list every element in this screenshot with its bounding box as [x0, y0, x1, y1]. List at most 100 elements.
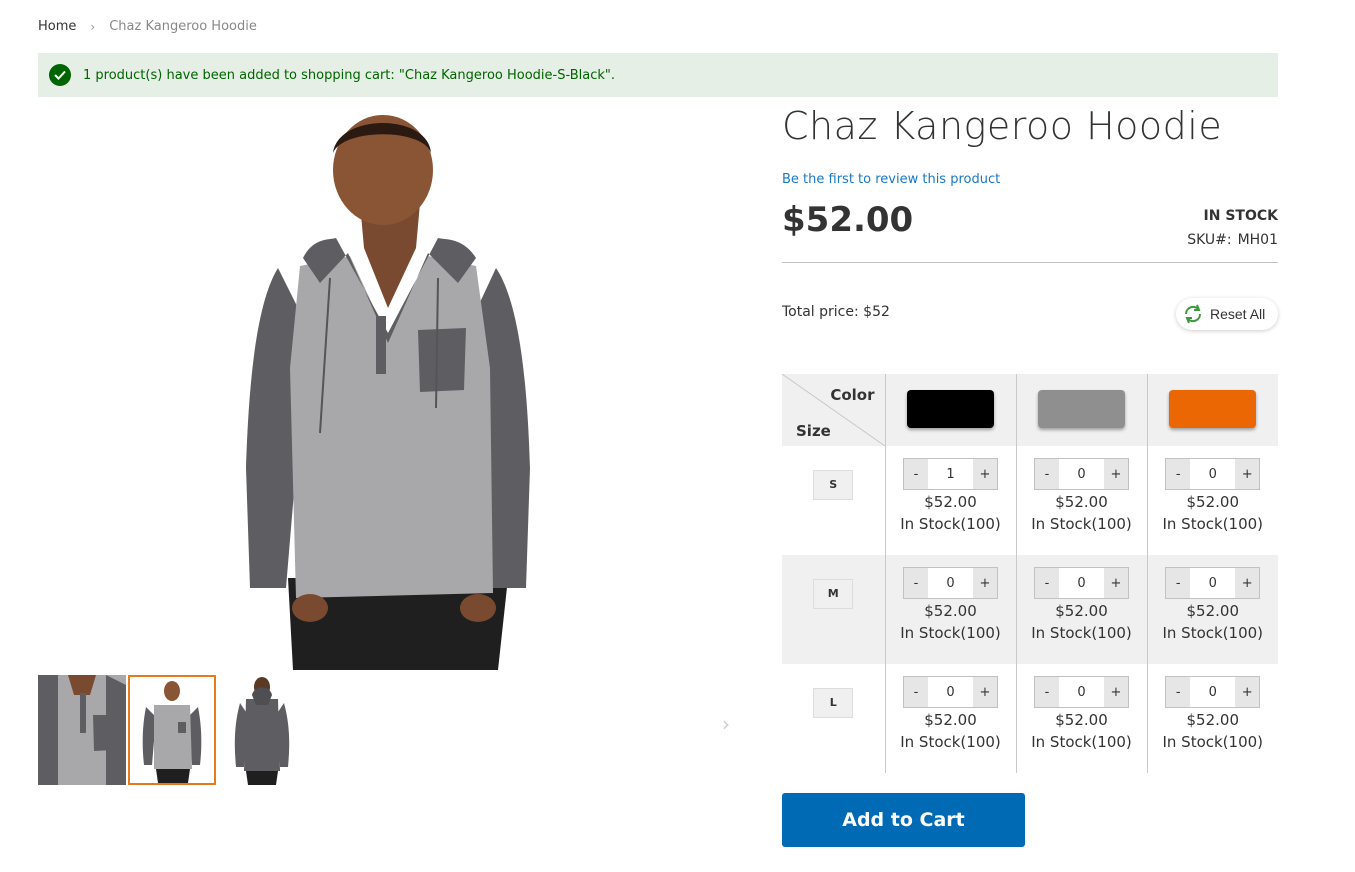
success-message-text: 1 product(s) have been added to shopping…: [83, 67, 615, 83]
quantity-input[interactable]: 0: [928, 568, 973, 598]
cell-stock: In Stock(100): [1162, 624, 1264, 642]
matrix-cell: -0 + $52.00 In Stock(100): [884, 555, 1016, 664]
color-column-orange: [1146, 374, 1278, 446]
thumbnail-2-active[interactable]: [128, 675, 216, 785]
decrease-button[interactable]: -: [1166, 677, 1191, 707]
increase-button[interactable]: +: [1104, 568, 1128, 598]
success-message: 1 product(s) have been added to shopping…: [38, 53, 1278, 97]
decrease-button[interactable]: -: [1035, 677, 1059, 707]
matrix-cell: -0 + $52.00 In Stock(100): [1015, 446, 1147, 555]
quantity-stepper: -0 +: [903, 567, 998, 599]
cell-price: $52.00: [924, 602, 977, 620]
quantity-input[interactable]: 0: [1059, 677, 1104, 707]
quantity-input[interactable]: 0: [1190, 677, 1235, 707]
add-to-cart-button[interactable]: Add to Cart: [782, 793, 1025, 847]
cell-stock: In Stock(100): [900, 733, 1001, 751]
color-column-black: [884, 374, 1016, 446]
divider: [782, 262, 1278, 263]
matrix-cell: -0 + $52.00 In Stock(100): [1146, 664, 1278, 773]
total-price: Total price: $52: [782, 304, 890, 320]
size-button-s[interactable]: S: [813, 470, 854, 500]
matrix-cell: -0 + $52.00 In Stock(100): [1146, 555, 1278, 664]
increase-button[interactable]: +: [1104, 459, 1128, 489]
cell-stock: In Stock(100): [900, 515, 1001, 533]
reset-all-button[interactable]: Reset All: [1176, 298, 1278, 330]
matrix-header-row: Color Size: [782, 374, 1278, 446]
matrix-cell: -0 + $52.00 In Stock(100): [1146, 446, 1278, 555]
quantity-input[interactable]: 0: [1190, 568, 1235, 598]
cell-price: $52.00: [1186, 493, 1240, 511]
quantity-stepper: -0 +: [1165, 458, 1261, 490]
breadcrumb-chevron-icon: ›: [90, 19, 96, 34]
cell-price: $52.00: [1055, 711, 1108, 729]
reset-all-label: Reset All: [1210, 306, 1266, 322]
size-row-m: M -0 + $52.00 In Stock(100) -0 + $52.00 In…: [782, 555, 1278, 664]
breadcrumb-current: Chaz Kangeroo Hoodie: [109, 19, 257, 34]
product-title: Chaz Kangeroo Hoodie: [782, 104, 1223, 148]
cell-stock: In Stock(100): [1162, 515, 1264, 533]
sku-label: SKU#:: [1187, 232, 1232, 248]
quantity-stepper: -0 +: [903, 676, 998, 708]
increase-button[interactable]: +: [1235, 568, 1260, 598]
quantity-stepper: -1 +: [903, 458, 998, 490]
sku-value: MH01: [1237, 232, 1278, 248]
decrease-button[interactable]: -: [1035, 568, 1059, 598]
matrix-corner: Color Size: [782, 374, 885, 446]
size-button-m[interactable]: M: [813, 579, 854, 609]
stock-status: IN STOCK: [1203, 208, 1278, 224]
swatch-gray[interactable]: [1038, 389, 1125, 428]
size-row-l: L -0 + $52.00 In Stock(100) -0 + $52.00 In…: [782, 664, 1278, 773]
cell-stock: In Stock(100): [1162, 733, 1264, 751]
sku: SKU#: MH01: [1187, 232, 1278, 248]
quantity-stepper: -0 +: [1034, 567, 1129, 599]
matrix-cell: -0 + $52.00 In Stock(100): [1015, 664, 1147, 773]
thumbnail-next-chevron-icon[interactable]: ›: [722, 712, 730, 736]
quantity-stepper: -0 +: [1034, 458, 1129, 490]
color-column-gray: [1015, 374, 1147, 446]
quantity-stepper: -0 +: [1165, 676, 1261, 708]
increase-button[interactable]: +: [1235, 459, 1260, 489]
quantity-input[interactable]: 0: [1059, 568, 1104, 598]
size-row-s: S -1 + $52.00 In Stock(100) -0 + $52.00 In…: [782, 446, 1278, 555]
decrease-button[interactable]: -: [904, 677, 928, 707]
increase-button[interactable]: +: [1104, 677, 1128, 707]
check-circle-icon: [49, 64, 71, 86]
quantity-input[interactable]: 0: [1190, 459, 1235, 489]
decrease-button[interactable]: -: [1166, 459, 1191, 489]
cell-price: $52.00: [1186, 711, 1240, 729]
product-price: $52.00: [782, 200, 914, 240]
size-button-l[interactable]: L: [813, 688, 854, 718]
decrease-button[interactable]: -: [1035, 459, 1059, 489]
quantity-stepper: -0 +: [1034, 676, 1129, 708]
decrease-button[interactable]: -: [904, 459, 928, 489]
matrix-cell: -1 + $52.00 In Stock(100): [884, 446, 1016, 555]
quantity-input[interactable]: 1: [928, 459, 973, 489]
cell-price: $52.00: [1186, 602, 1240, 620]
thumbnail-3[interactable]: [218, 675, 306, 785]
swatch-black[interactable]: [907, 389, 994, 428]
size-color-matrix: Color Size S -1 + $52.00 In Stock(100) -0…: [782, 374, 1278, 773]
breadcrumb-home-link[interactable]: Home: [38, 19, 76, 34]
review-link[interactable]: Be the first to review this product: [782, 172, 1000, 187]
increase-button[interactable]: +: [973, 677, 997, 707]
quantity-input[interactable]: 0: [1059, 459, 1104, 489]
product-main-image[interactable]: [38, 108, 738, 670]
quantity-input[interactable]: 0: [928, 677, 973, 707]
color-header: Color: [830, 386, 875, 404]
refresh-icon: [1182, 303, 1204, 325]
decrease-button[interactable]: -: [1166, 568, 1191, 598]
cell-price: $52.00: [1055, 493, 1108, 511]
cell-stock: In Stock(100): [1031, 624, 1132, 642]
increase-button[interactable]: +: [1235, 677, 1260, 707]
swatch-orange[interactable]: [1169, 389, 1257, 428]
decrease-button[interactable]: -: [904, 568, 928, 598]
size-header: Size: [796, 422, 831, 440]
quantity-stepper: -0 +: [1165, 567, 1261, 599]
matrix-cell: -0 + $52.00 In Stock(100): [1015, 555, 1147, 664]
cell-stock: In Stock(100): [1031, 733, 1132, 751]
matrix-cell: -0 + $52.00 In Stock(100): [884, 664, 1016, 773]
increase-button[interactable]: +: [973, 568, 997, 598]
cell-stock: In Stock(100): [1031, 515, 1132, 533]
increase-button[interactable]: +: [973, 459, 997, 489]
thumbnail-1[interactable]: [38, 675, 126, 785]
